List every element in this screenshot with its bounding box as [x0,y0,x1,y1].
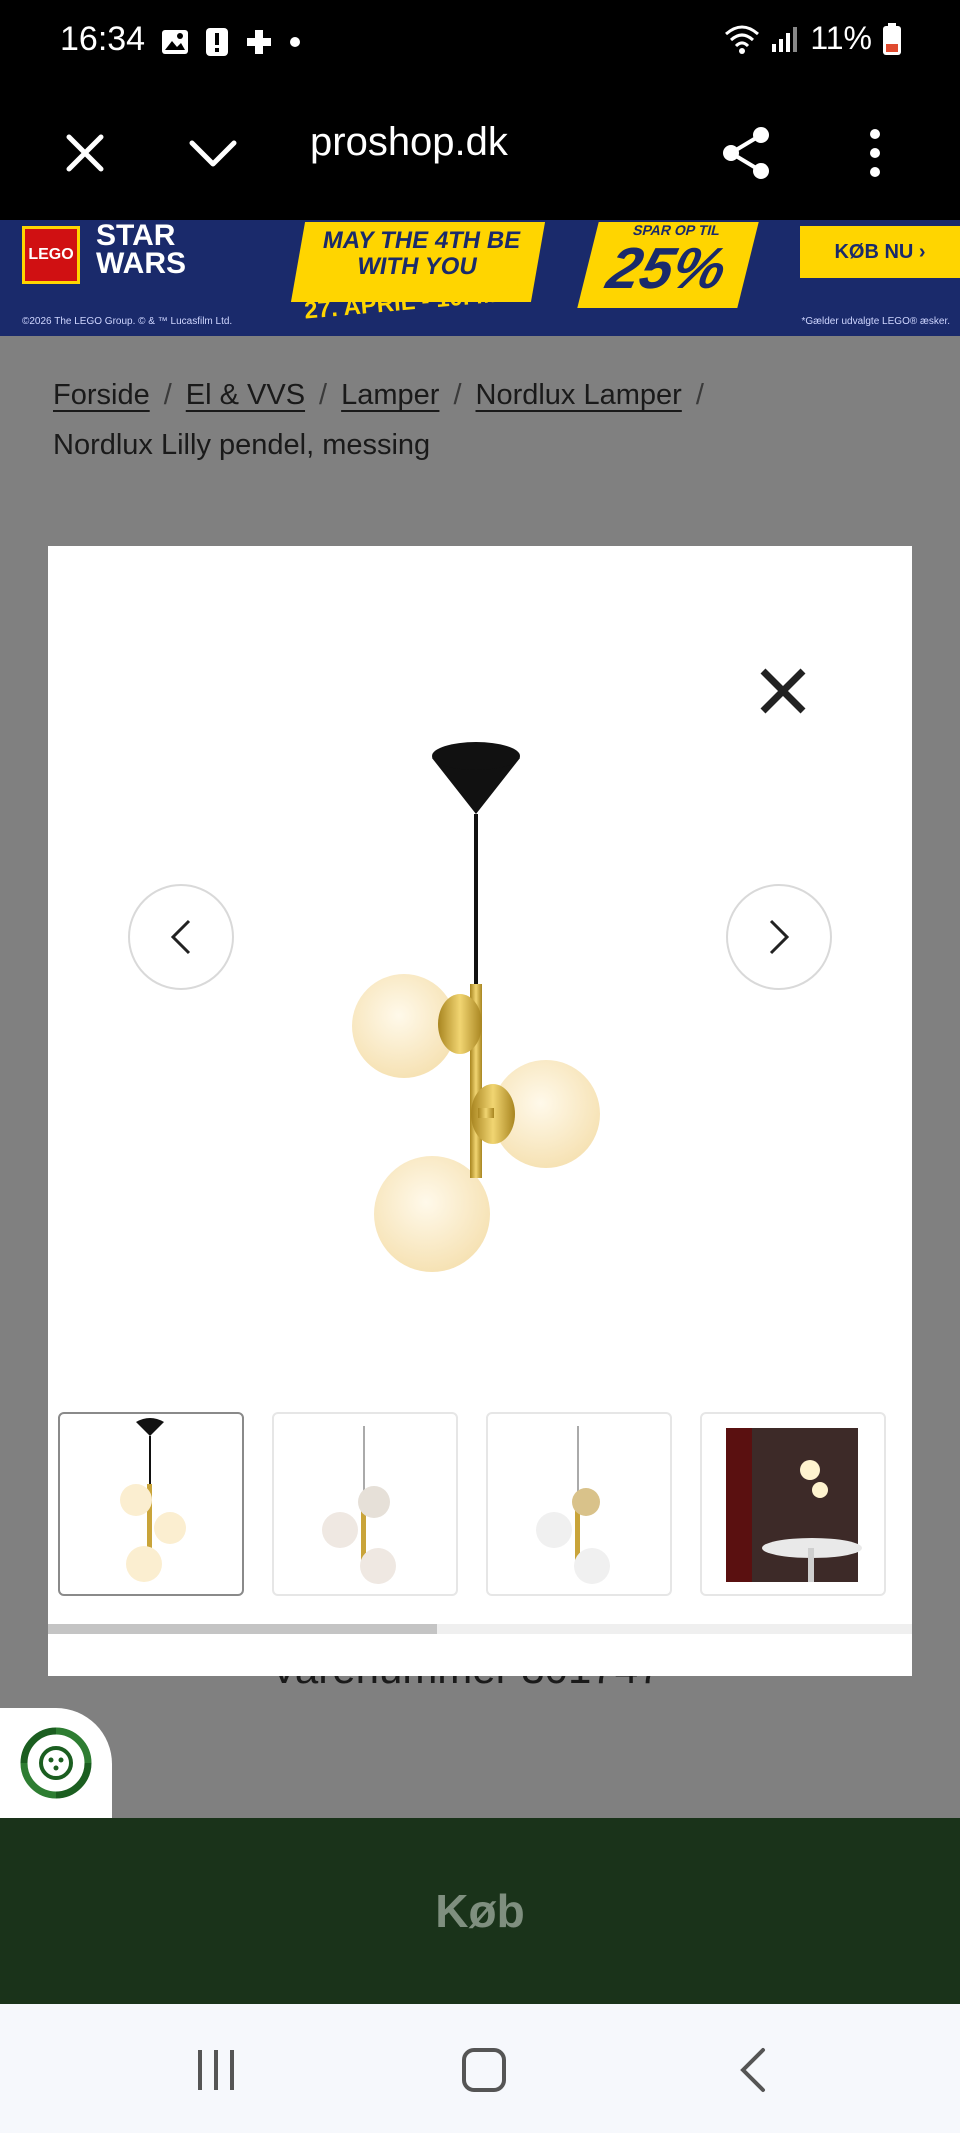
recent-apps-button[interactable] [176,2040,256,2100]
breadcrumb-lamper[interactable]: Lamper [341,379,439,411]
breadcrumb-el-vvs[interactable]: El & VVS [186,379,305,411]
thumbnail-strip [58,1412,886,1596]
close-icon [760,668,806,714]
status-icons-right: 11% [724,20,902,57]
back-icon [740,2048,765,2092]
thumbnail-2[interactable] [272,1412,458,1596]
plus-icon [247,30,271,54]
lego-logo: LEGO [22,226,80,284]
status-bar: 16:34 11% [0,0,960,86]
banner-offer: SPAR OP TIL 25% [577,222,759,308]
chevron-down-icon [189,140,237,167]
chevron-left-icon [170,919,191,955]
breadcrumb-nordlux-lamper[interactable]: Nordlux Lamper [476,379,682,411]
battery-icon [883,22,901,55]
chevron-right-icon [769,919,790,955]
thumbnail-room-image [726,1428,862,1582]
thumbnail-scrollbar-thumb[interactable] [48,1624,437,1634]
image-icon [162,30,188,54]
more-vert-icon [870,129,880,177]
home-button[interactable] [444,2040,524,2100]
thumbnail-1[interactable] [58,1412,244,1596]
wifi-icon [725,25,760,54]
url-text[interactable]: proshop.dk [310,120,508,165]
recent-apps-icon [198,2050,234,2090]
share-icon [723,127,769,179]
home-icon [462,2048,506,2092]
close-gallery-button[interactable] [748,656,818,726]
alert-icon [206,28,228,56]
browser-toolbar: proshop.dk [0,86,960,220]
offer-big: 25% [600,236,734,301]
banner-cta-button[interactable]: KØB NU › [800,226,960,278]
status-icons-left [160,26,302,58]
buy-button-label: Køb [435,1885,525,1937]
breadcrumb-separator: / [319,379,328,411]
breadcrumb-separator: / [163,379,172,411]
banner-cta-label: KØB NU [834,240,914,263]
previous-image-button[interactable] [128,884,234,990]
product-image[interactable] [348,736,618,1296]
breadcrumb: Forside / El & VVS / Lamper / Nordlux Lamper / … [53,370,913,470]
status-time: 16:34 [60,20,146,58]
buy-button[interactable]: Køb [0,1818,960,2004]
minimize-button[interactable] [178,118,248,188]
thumbnail-3[interactable] [486,1412,672,1596]
share-button[interactable] [712,118,782,188]
battery-percent: 11% [810,20,872,56]
back-button[interactable] [712,2040,792,2100]
system-nav-bar [0,2004,960,2133]
thumbnail-lamp-image [120,1418,186,1582]
next-image-button[interactable] [726,884,832,990]
close-icon [66,134,104,172]
image-gallery-modal [48,546,912,1676]
breadcrumb-separator: / [695,379,704,411]
banner-legal-right: *Gælder udvalgte LEGO® æsker. [801,316,950,327]
recycle-icon [20,1727,92,1799]
dot-icon [290,37,300,47]
breadcrumb-forside[interactable]: Forside [53,379,150,411]
thumbnail-4[interactable] [700,1412,886,1596]
close-tab-button[interactable] [50,118,120,188]
thumbnail-lamp-image [536,1426,610,1584]
thumbnail-lamp-image [322,1426,396,1584]
star-wars-logo: STAR WARS [96,219,186,280]
thumbnail-scrollbar[interactable] [48,1624,912,1634]
banner-legal-left: ©2026 The LEGO Group. © & ™ Lucasfilm Lt… [22,316,233,327]
signal-icon [772,26,798,52]
breadcrumb-separator: / [453,379,462,411]
more-options-button[interactable] [840,118,910,188]
eco-widget-button[interactable] [0,1708,112,1818]
breadcrumb-current: Nordlux Lilly pendel, messing [53,429,431,461]
